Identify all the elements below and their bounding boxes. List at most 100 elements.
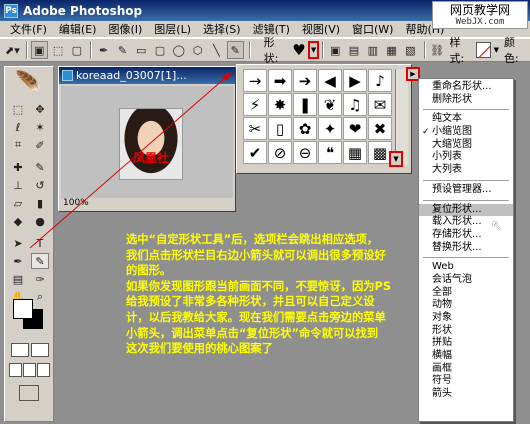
context-menu-item[interactable]: 全部	[419, 287, 513, 300]
context-menu-item[interactable]: 大列表	[419, 164, 513, 177]
context-menu-item[interactable]: 拼贴	[419, 337, 513, 350]
eyedropper-tool-icon[interactable]: ✑	[31, 271, 49, 287]
context-menu-item[interactable]: 纯文本	[419, 113, 513, 126]
scroll-down-arrow-icon[interactable]: ▼	[389, 151, 403, 167]
polygon-tool-icon[interactable]: ⬡	[189, 41, 206, 59]
shape-cell[interactable]: ▯	[268, 117, 292, 140]
shape-cell[interactable]: ✂	[243, 117, 267, 140]
quick-mask-button[interactable]	[31, 343, 49, 357]
context-menu-item[interactable]: 复位形状...	[419, 203, 513, 217]
context-menu-item[interactable]: 小列表	[419, 151, 513, 164]
exclude-mode-icon[interactable]: ▧	[402, 41, 419, 59]
context-menu-item[interactable]: 形状	[419, 325, 513, 338]
shape-cell[interactable]: ❦	[318, 93, 342, 116]
shape-cell[interactable]: ⊖	[293, 141, 317, 164]
context-menu-item[interactable]: 重命名形状...	[419, 81, 513, 94]
shape-cell[interactable]: ❝	[318, 141, 342, 164]
line-tool-icon[interactable]: ╲	[208, 41, 225, 59]
paths-icon[interactable]: ⬚	[50, 41, 67, 59]
pen-tool-icon[interactable]: ✒	[95, 41, 112, 59]
context-menu-item[interactable]: 横幅	[419, 350, 513, 363]
shape-cell[interactable]: ✸	[268, 93, 292, 116]
context-menu-item[interactable]: 符号	[419, 375, 513, 388]
dodge-tool-icon[interactable]: ●	[31, 213, 49, 229]
magic-wand-tool-icon[interactable]: ✶	[31, 119, 49, 135]
context-menu-item[interactable]: 箭头	[419, 388, 513, 401]
document-title-bar[interactable]: koreaad_03007[1]...	[59, 67, 235, 84]
context-menu-item[interactable]: ✓ 小缩览图	[419, 126, 513, 139]
context-menu-item[interactable]: 替换形状...	[419, 242, 513, 255]
shape-layers-icon[interactable]: ▣	[30, 41, 48, 59]
shape-cell[interactable]: ✿	[293, 117, 317, 140]
jump-to-imageready-button[interactable]	[19, 385, 39, 401]
healing-brush-icon[interactable]: ✚	[9, 159, 27, 175]
screen-mode-3-button[interactable]	[37, 363, 50, 377]
menu-edit[interactable]: 编辑(E)	[53, 21, 103, 37]
document-canvas[interactable]: 凤凰社	[61, 86, 233, 198]
custom-shape-tool-icon[interactable]: ✎	[226, 41, 244, 59]
screen-mode-2-button[interactable]	[23, 363, 36, 377]
context-menu-item[interactable]: 动物	[419, 299, 513, 312]
screen-mode-1-button[interactable]	[9, 363, 22, 377]
shape-cell[interactable]: ✦	[318, 117, 342, 140]
foreground-color-swatch[interactable]	[13, 299, 33, 319]
shape-cell[interactable]: ⚡	[243, 93, 267, 116]
shape-cell[interactable]: ✔	[243, 141, 267, 164]
context-menu-item[interactable]: 预设管理器...	[419, 184, 513, 197]
rectangle-tool-icon[interactable]: ▭	[133, 41, 150, 59]
shape-cell[interactable]: ◀	[318, 69, 342, 92]
ellipse-tool-icon[interactable]: ◯	[170, 41, 187, 59]
shape-cell[interactable]: ▦	[343, 141, 367, 164]
context-menu-item[interactable]: 删除形状	[419, 94, 513, 107]
gradient-tool-icon[interactable]: ▮	[31, 195, 49, 211]
menu-image[interactable]: 图像(I)	[102, 21, 148, 37]
context-menu-item[interactable]: 画框	[419, 363, 513, 376]
blur-tool-icon[interactable]: ◆	[9, 213, 27, 229]
shape-cell[interactable]: ✉	[368, 93, 392, 116]
heart-shape-preview-icon[interactable]: ♥	[290, 41, 309, 59]
shape-cell[interactable]: ❚	[293, 93, 317, 116]
brush-tool-icon[interactable]: ✎	[31, 159, 49, 175]
menu-window[interactable]: 窗口(W)	[346, 21, 399, 37]
shape-cell[interactable]: ✖	[368, 117, 392, 140]
intersect-mode-icon[interactable]: ▦	[383, 41, 400, 59]
history-brush-icon[interactable]: ↺	[31, 177, 49, 193]
shape-cell[interactable]: ⊘	[268, 141, 292, 164]
shape-cell[interactable]: ♫	[343, 93, 367, 116]
shape-cell[interactable]: ♪	[368, 69, 392, 92]
shape-cell[interactable]: ❤	[343, 117, 367, 140]
style-swatch[interactable]	[475, 42, 491, 58]
fill-pixels-icon[interactable]: ▢	[68, 41, 85, 59]
tool-preset-icon[interactable]: ⬈▾	[4, 41, 21, 59]
zoom-tool-icon[interactable]: ⌕	[31, 289, 49, 305]
clone-stamp-icon[interactable]: ⊥	[9, 177, 27, 193]
new-layer-mode-icon[interactable]: ▣	[327, 41, 344, 59]
context-menu-item[interactable]: 会话气泡	[419, 274, 513, 287]
shape-dropdown-arrow-icon[interactable]: ▼	[308, 41, 319, 59]
shape-cell[interactable]: ▶	[343, 69, 367, 92]
shape-cell[interactable]: ➡	[268, 69, 292, 92]
path-select-icon[interactable]: ➤	[9, 235, 27, 251]
pen-tool-icon[interactable]: ✒	[9, 253, 27, 269]
menu-view[interactable]: 视图(V)	[296, 21, 346, 37]
context-menu-item[interactable]: Web	[419, 261, 513, 274]
rounded-rect-tool-icon[interactable]: ▢	[152, 41, 169, 59]
feather-logo-icon[interactable]: 🪶	[9, 71, 49, 97]
freeform-pen-icon[interactable]: ✎	[114, 41, 131, 59]
context-menu-item[interactable]: 对象	[419, 312, 513, 325]
crop-tool-icon[interactable]: ⌗	[9, 137, 27, 153]
slice-tool-icon[interactable]: ✐	[31, 137, 49, 153]
eraser-tool-icon[interactable]: ▱	[9, 195, 27, 211]
shape-cell[interactable]: →	[243, 69, 267, 92]
move-tool-icon[interactable]: ✥	[31, 101, 49, 117]
subtract-mode-icon[interactable]: ▥	[364, 41, 381, 59]
marquee-tool-icon[interactable]: ⬚	[9, 101, 27, 117]
type-tool-icon[interactable]: T	[31, 235, 49, 251]
context-menu-item[interactable]: 大缩览图	[419, 139, 513, 152]
lasso-tool-icon[interactable]: ℓ	[9, 119, 27, 135]
shape-cell[interactable]: ➔	[293, 69, 317, 92]
link-icon[interactable]: ⛓	[429, 41, 446, 59]
menu-layer[interactable]: 图层(L)	[148, 21, 197, 37]
style-dropdown-icon[interactable]: ▼	[494, 46, 499, 54]
custom-shape-tool-icon[interactable]: ✎	[31, 253, 49, 269]
